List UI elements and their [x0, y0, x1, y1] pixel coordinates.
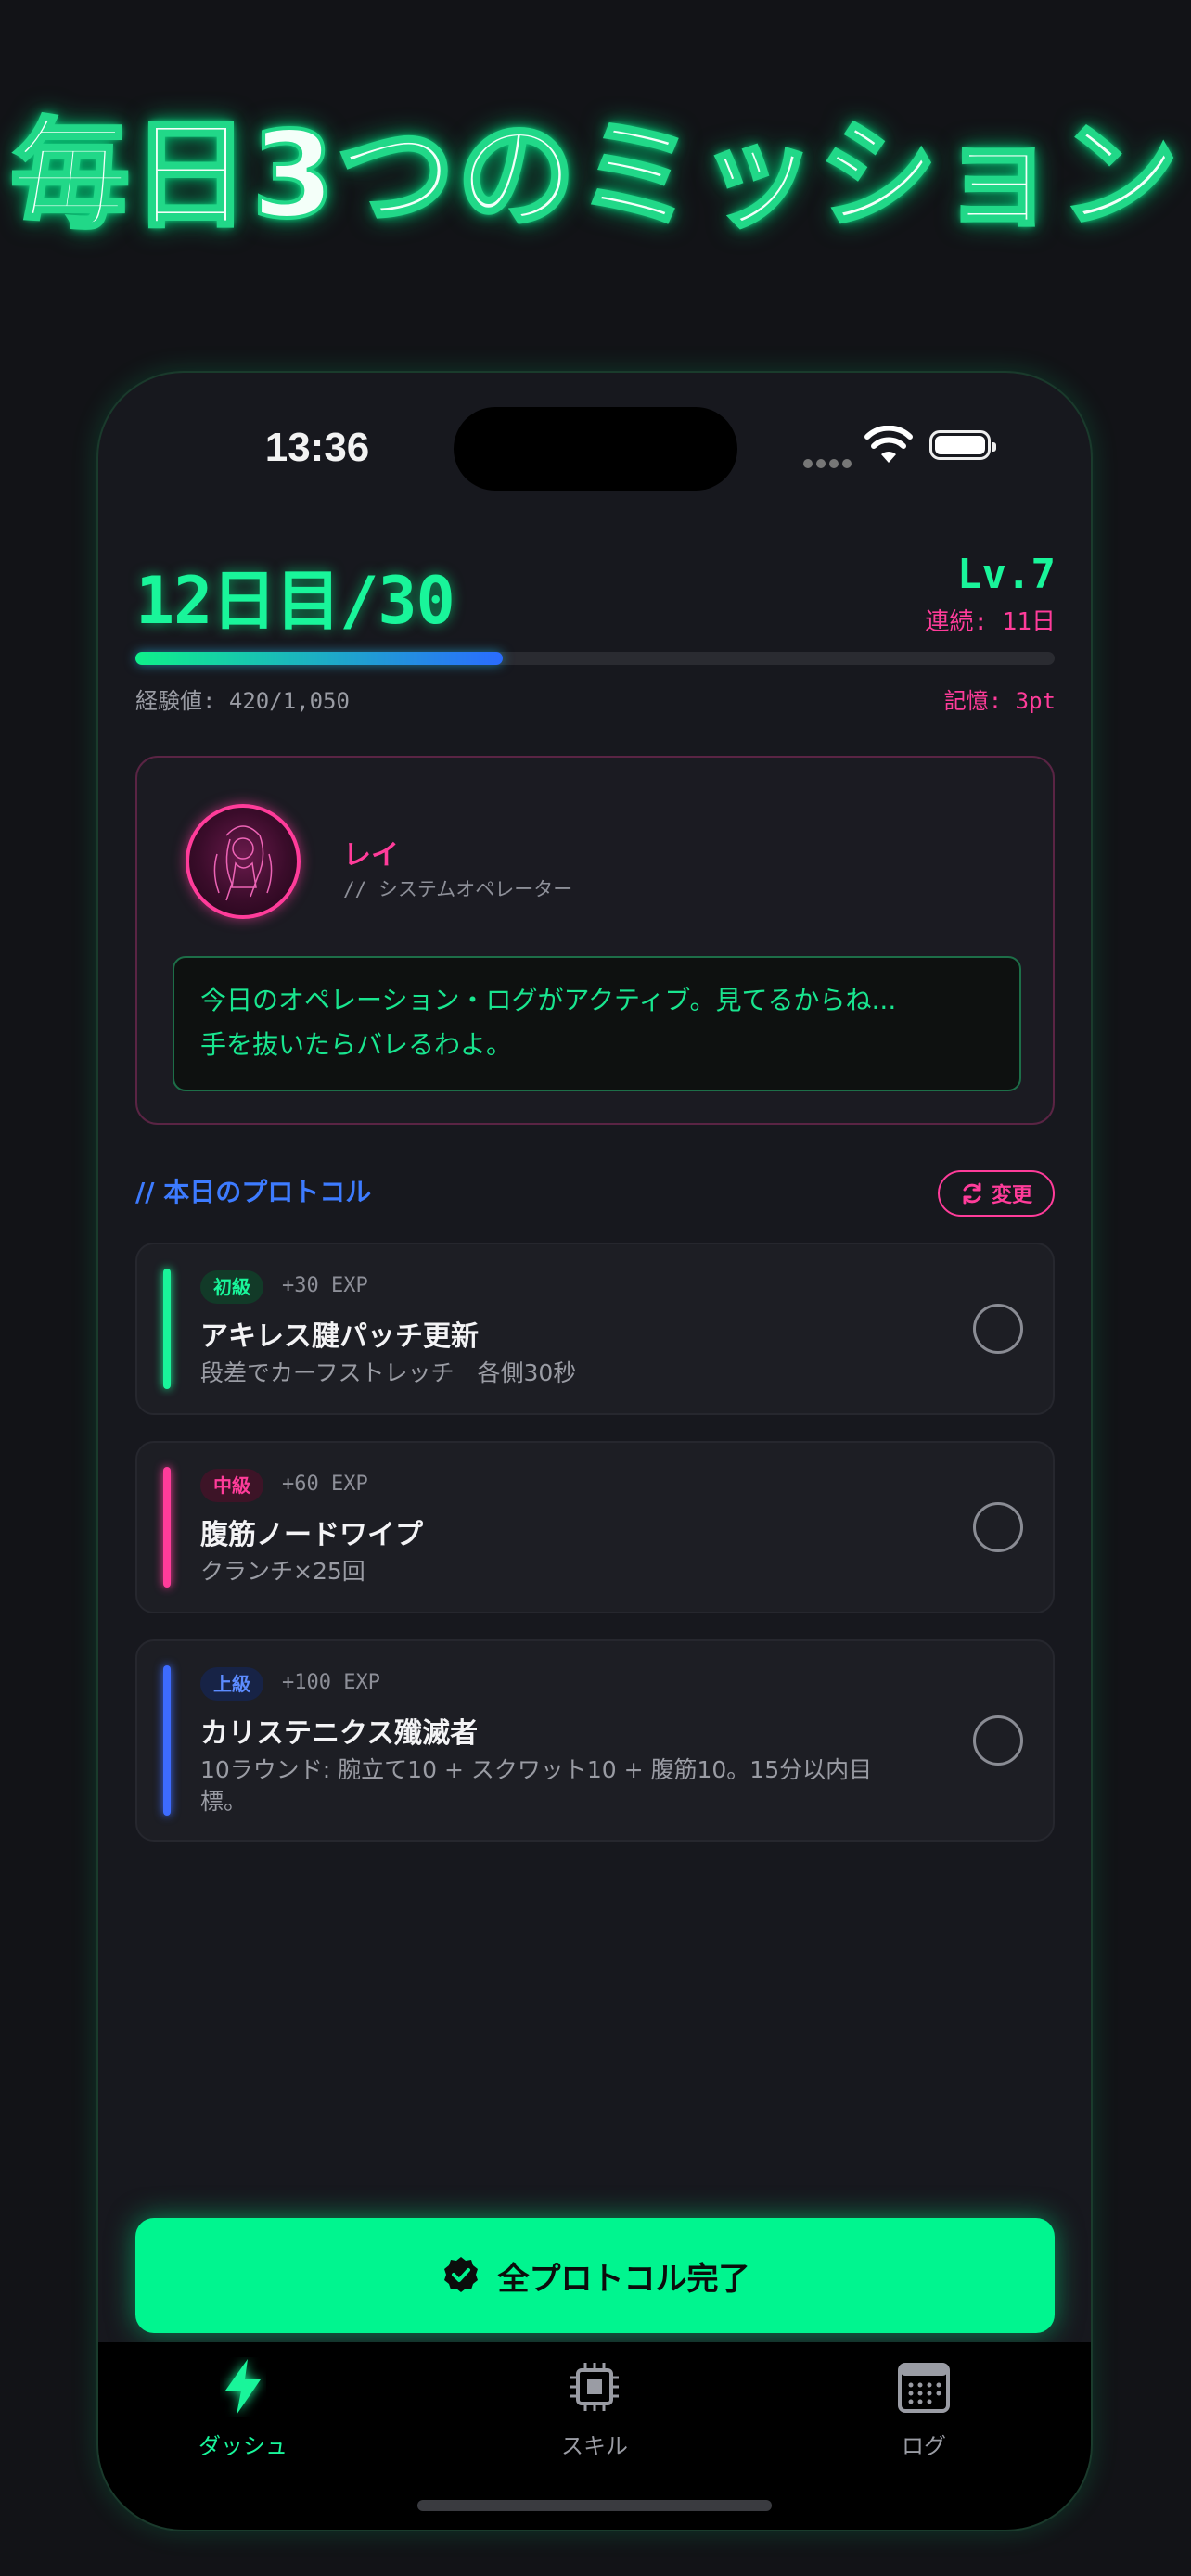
- complete-all-button[interactable]: 全プロトコル完了: [135, 2218, 1055, 2333]
- mission-accent-bar: [163, 1269, 171, 1389]
- signal-icon: [803, 454, 855, 472]
- chip-icon: [570, 2363, 619, 2411]
- tab-log-label: ログ: [902, 2433, 946, 2459]
- difficulty-badge: 初級: [200, 1270, 263, 1304]
- tab-skills[interactable]: スキル: [493, 2357, 697, 2460]
- mission-description: 10ラウンド: 腕立て10 + スクワット10 + 腹筋10。15分以内目標。: [200, 1756, 873, 1815]
- tab-dash-label: ダッシュ: [198, 2433, 288, 2459]
- message-line-2: 手を抜いたらバレるわよ。: [200, 1029, 513, 1060]
- mission-title: アキレス腱パッチ更新: [200, 1320, 479, 1353]
- complete-all-label: 全プロトコル完了: [497, 2260, 750, 2298]
- mission-title: 腹筋ノードワイプ: [200, 1519, 423, 1551]
- level-label: Lv.7: [957, 551, 1056, 598]
- refresh-icon: [963, 1182, 981, 1205]
- exp-reward: +30 EXP: [282, 1274, 368, 1297]
- bolt-icon: [225, 2359, 261, 2415]
- wifi-icon: [864, 426, 913, 463]
- phone-frame: 13:36 12日目/30 Lv.7 連続: 11日 経験値: 420/1,05…: [98, 373, 1091, 2530]
- verified-check-icon: [443, 2257, 478, 2292]
- change-protocols-button[interactable]: 変更: [938, 1170, 1055, 1217]
- promo-headline: 毎日3つのミッション: [8, 105, 1181, 247]
- tab-dash[interactable]: ダッシュ: [141, 2357, 345, 2460]
- exp-label: 経験値: 420/1,050: [135, 688, 350, 714]
- mission-card-beginner[interactable]: 初級 +30 EXP アキレス腱パッチ更新 段差でカーフストレッチ 各側30秒: [135, 1243, 1055, 1415]
- streak-label: 連続: 11日: [925, 608, 1056, 636]
- change-label: 変更: [991, 1184, 1032, 1207]
- character-name: レイ: [343, 839, 399, 872]
- difficulty-badge: 上級: [200, 1667, 263, 1701]
- home-indicator[interactable]: [417, 2500, 772, 2511]
- mission-description: クランチ×25回: [200, 1558, 365, 1585]
- mission-description: 段差でカーフストレッチ 各側30秒: [200, 1359, 577, 1386]
- calendar-icon: [898, 2363, 950, 2413]
- memory-label: 記憶: 3pt: [943, 688, 1056, 714]
- mission-card-intermediate[interactable]: 中級 +60 EXP 腹筋ノードワイプ クランチ×25回: [135, 1441, 1055, 1613]
- avatar[interactable]: [186, 804, 301, 919]
- status-time: 13:36: [264, 425, 370, 470]
- mission-checkbox[interactable]: [973, 1502, 1023, 1552]
- mission-checkbox[interactable]: [973, 1715, 1023, 1766]
- mission-title: カリステニクス殲滅者: [200, 1717, 479, 1750]
- day-title: 12日目/30: [135, 563, 455, 639]
- dynamic-island: [454, 407, 737, 491]
- message-line-1: 今日のオペレーション・ログがアクティブ。見てるからね...: [200, 985, 897, 1015]
- character-card: レイ // システムオペレーター 今日のオペレーション・ログがアクティブ。見てる…: [135, 756, 1055, 1125]
- character-portrait-icon: [213, 825, 273, 901]
- exp-progress-bar: [135, 652, 1055, 665]
- mission-accent-bar: [163, 1467, 171, 1588]
- protocols-section-title: // 本日のプロトコル: [135, 1177, 372, 1207]
- tab-skills-label: スキル: [561, 2433, 628, 2459]
- exp-reward: +100 EXP: [282, 1671, 380, 1694]
- character-role: // システムオペレーター: [343, 878, 573, 900]
- battery-icon: [929, 430, 996, 460]
- character-message: 今日のオペレーション・ログがアクティブ。見てるからね... 手を抜いたらバレるわ…: [173, 956, 1021, 1091]
- tab-log[interactable]: ログ: [822, 2357, 1026, 2460]
- difficulty-badge: 中級: [200, 1469, 263, 1502]
- exp-progress-fill: [135, 652, 504, 665]
- mission-accent-bar: [163, 1665, 171, 1816]
- mission-card-advanced[interactable]: 上級 +100 EXP カリステニクス殲滅者 10ラウンド: 腕立て10 + ス…: [135, 1639, 1055, 1842]
- mission-checkbox[interactable]: [973, 1304, 1023, 1354]
- exp-reward: +60 EXP: [282, 1473, 368, 1496]
